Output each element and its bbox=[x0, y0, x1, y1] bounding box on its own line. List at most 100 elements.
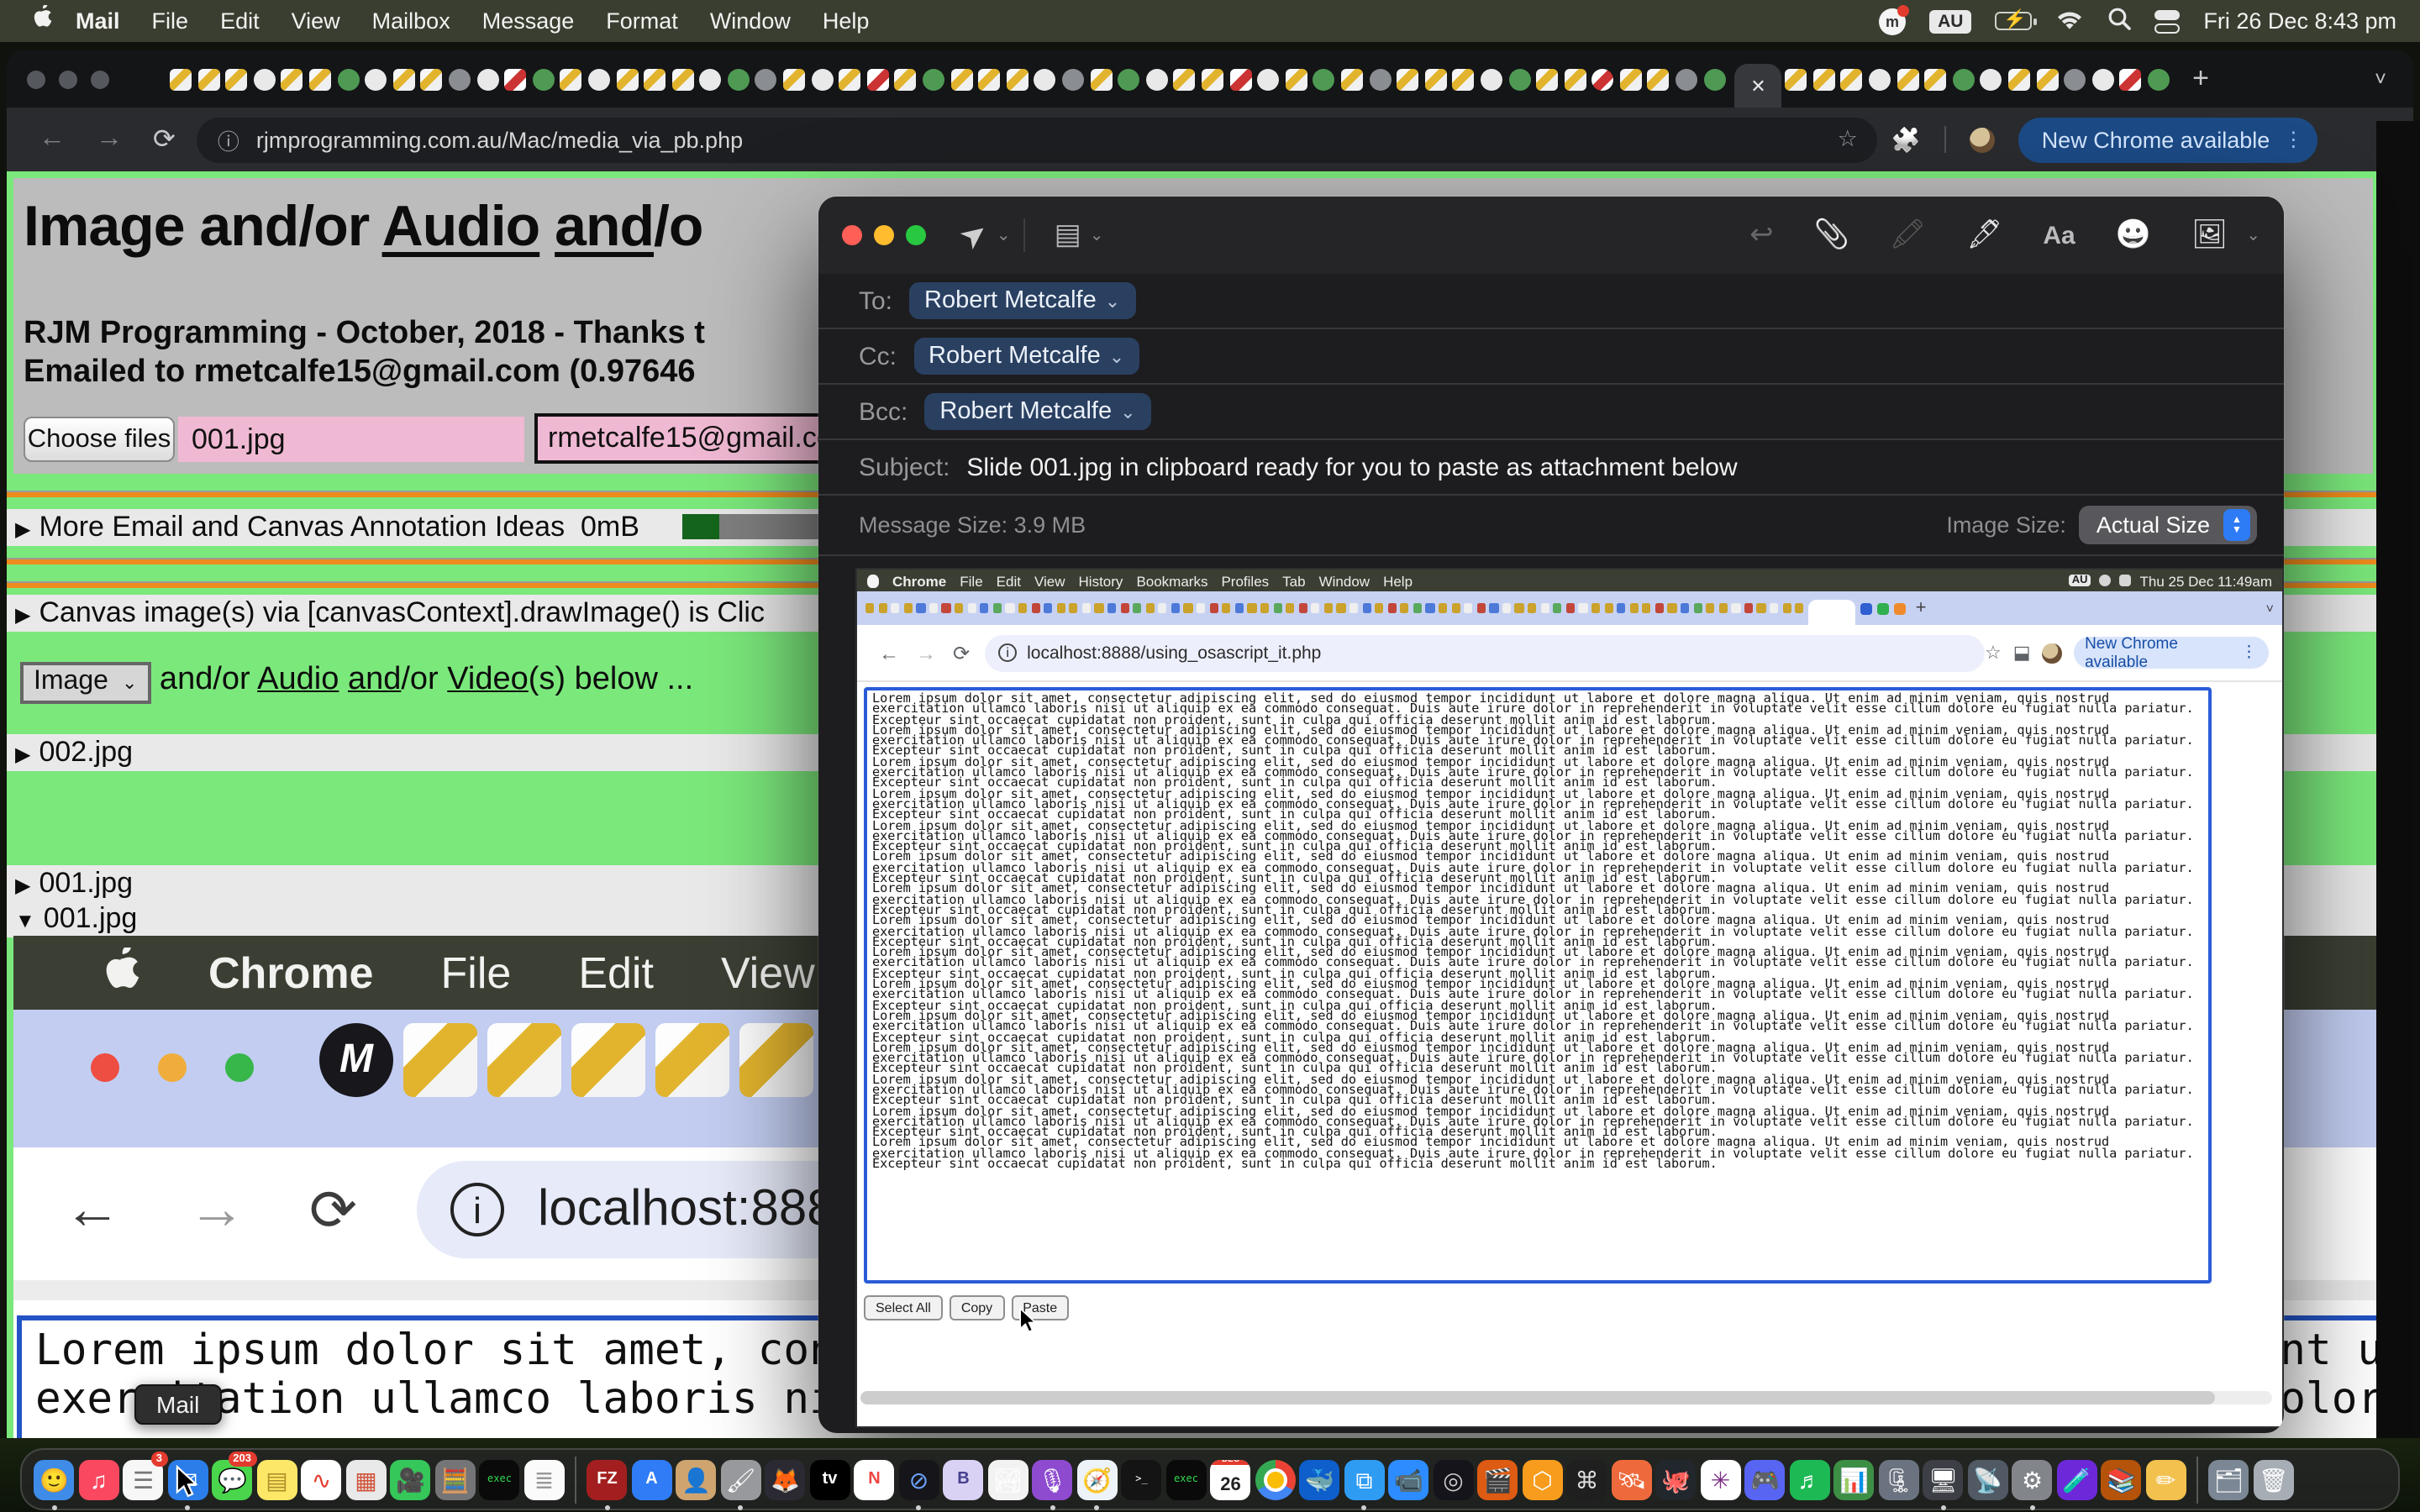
browser-tab-favicon[interactable] bbox=[1508, 68, 1530, 90]
recipient-chevron-icon[interactable]: ⌄ bbox=[1109, 348, 1124, 368]
browser-tab-favicon[interactable] bbox=[2064, 68, 2086, 90]
dock-icon-movies[interactable]: 🎬 bbox=[1476, 1449, 1520, 1509]
pasted-screenshot-attachment[interactable]: Chrome File Edit View History Bookmarks … bbox=[857, 570, 2282, 1426]
window-zoom-button[interactable] bbox=[91, 70, 109, 88]
audio-link[interactable]: Audio bbox=[382, 195, 540, 259]
browser-tab-favicon[interactable] bbox=[504, 68, 526, 90]
dock-icon-news[interactable]: N bbox=[852, 1449, 897, 1509]
dock-icon-downloads[interactable]: 🗂 bbox=[2207, 1449, 2251, 1509]
browser-tab-favicon[interactable] bbox=[923, 68, 944, 90]
profile-avatar[interactable] bbox=[1970, 127, 1995, 152]
and-link[interactable]: and bbox=[348, 662, 401, 697]
dock-icon-system-settings[interactable]: ⚙ bbox=[2010, 1449, 2054, 1509]
browser-tab-favicon[interactable] bbox=[365, 68, 387, 90]
browser-tab-favicon[interactable] bbox=[449, 68, 471, 90]
browser-tab-favicon[interactable] bbox=[1313, 68, 1335, 90]
status-app-icon[interactable]: m bbox=[1879, 8, 1906, 34]
dock-icon-app-store[interactable]: A bbox=[629, 1449, 674, 1509]
reload-button[interactable]: ⟳ bbox=[153, 123, 176, 156]
browser-tab-favicon[interactable] bbox=[2120, 68, 2142, 90]
browser-tab-favicon[interactable] bbox=[2008, 68, 2030, 90]
browser-tab-favicon[interactable] bbox=[1062, 68, 1084, 90]
subject-text[interactable]: Slide 001.jpg in clipboard ready for you… bbox=[966, 453, 1737, 481]
dock-icon-video-call[interactable]: 📹 bbox=[1386, 1449, 1431, 1509]
active-tab[interactable]: ✕ bbox=[1735, 64, 1782, 108]
dock-icon-music-stream[interactable]: ♬ bbox=[1787, 1449, 1832, 1509]
dock-icon-command-app[interactable]: ⌘ bbox=[1565, 1449, 1609, 1509]
browser-tab-favicon[interactable] bbox=[671, 68, 693, 90]
dock-icon-apple-tv[interactable]: tv bbox=[808, 1449, 852, 1509]
media-type-select[interactable]: Image⌄ bbox=[20, 662, 150, 704]
browser-tab-favicon[interactable] bbox=[2148, 68, 2170, 90]
collapsed-triangle-icon[interactable]: ▶ bbox=[15, 874, 30, 897]
address-bar[interactable]: ⓘ rjmprogramming.com.au/Mac/media_via_pb… bbox=[197, 117, 1878, 162]
mail-close-button[interactable] bbox=[842, 225, 862, 245]
browser-tab-favicon[interactable] bbox=[1174, 68, 1196, 90]
format-button[interactable]: Aa bbox=[2043, 221, 2075, 249]
dock-icon-messages[interactable]: 💬203 bbox=[210, 1449, 255, 1509]
mail-zoom-button[interactable] bbox=[906, 225, 926, 245]
browser-tab-favicon[interactable] bbox=[755, 68, 777, 90]
dock-icon-terminal[interactable]: >_ bbox=[1119, 1449, 1164, 1509]
browser-tab-favicon[interactable] bbox=[532, 68, 554, 90]
emoji-picker-button[interactable]: 😀 bbox=[2116, 218, 2151, 252]
dock-icon-no-sign[interactable]: ⊘ bbox=[897, 1449, 941, 1509]
spotlight-search-icon[interactable] bbox=[2107, 7, 2131, 35]
collapsed-triangle-icon[interactable]: ▶ bbox=[15, 743, 30, 766]
browser-tab-favicon[interactable] bbox=[1397, 68, 1418, 90]
dock-icon-finder[interactable]: 🙂 bbox=[32, 1449, 76, 1509]
browser-tab-favicon[interactable] bbox=[1592, 68, 1614, 90]
menu-window[interactable]: Window bbox=[710, 8, 791, 34]
browser-tab-favicon[interactable] bbox=[197, 68, 219, 90]
mail-title-bar[interactable]: ➤ ⌄ ▤ ⌄ ↩ 📎 🖍 🖋 Aa 😀 🖼 ⌄ bbox=[818, 197, 2284, 274]
browser-tab-favicon[interactable] bbox=[1703, 68, 1725, 90]
dock-icon-calendar[interactable]: DEC26 bbox=[1208, 1449, 1253, 1509]
browser-tab-favicon[interactable] bbox=[1841, 68, 1863, 90]
menu-view[interactable]: View bbox=[292, 8, 340, 34]
audio-link[interactable]: Audio bbox=[257, 662, 339, 697]
browser-tab-favicon[interactable] bbox=[225, 68, 247, 90]
browser-tab-favicon[interactable] bbox=[1620, 68, 1642, 90]
choose-files-button[interactable]: Choose files bbox=[24, 417, 175, 462]
browser-tab-favicon[interactable] bbox=[1648, 68, 1670, 90]
browser-tab-favicon[interactable] bbox=[2092, 68, 2114, 90]
dock-icon-launchpad[interactable]: ▦ bbox=[344, 1449, 388, 1509]
browser-tab-favicon[interactable] bbox=[1786, 68, 1807, 90]
menu-file[interactable]: File bbox=[152, 8, 189, 34]
image-size-select[interactable]: Actual Size ▲▼ bbox=[2080, 506, 2257, 544]
dock-icon-filezilla[interactable]: FZ bbox=[585, 1449, 629, 1509]
dock-icon-exec-app[interactable]: exec bbox=[477, 1449, 522, 1509]
browser-tab-favicon[interactable] bbox=[1924, 68, 1946, 90]
control-center-icon[interactable] bbox=[2154, 9, 2180, 33]
and-link[interactable]: and bbox=[555, 195, 654, 259]
dock-icon-podcasts[interactable]: 🎙 bbox=[1030, 1449, 1075, 1509]
tab-close-icon[interactable]: ✕ bbox=[1750, 75, 1765, 97]
dock-icon-chrome[interactable] bbox=[1253, 1449, 1297, 1509]
browser-tab-favicon[interactable] bbox=[309, 68, 331, 90]
browser-tab-favicon[interactable] bbox=[867, 68, 889, 90]
video-link[interactable]: Video bbox=[447, 662, 529, 697]
markup-button[interactable]: 🖍 bbox=[1890, 218, 1926, 252]
dock-icon-charts-app[interactable]: 📊 bbox=[1832, 1449, 1876, 1509]
dock-icon-satellite-app[interactable]: 🛰 bbox=[1609, 1449, 1654, 1509]
browser-tab-favicon[interactable] bbox=[1981, 68, 2002, 90]
dock-icon-octopus-app[interactable]: 🐙 bbox=[1654, 1449, 1698, 1509]
dock-icon-calculator[interactable]: 🧮 bbox=[433, 1449, 477, 1509]
new-tab-button[interactable]: + bbox=[2192, 62, 2209, 96]
recipient-chevron-icon[interactable]: ⌄ bbox=[1120, 403, 1135, 423]
mail-minimize-button[interactable] bbox=[874, 225, 894, 245]
browser-tab-favicon[interactable] bbox=[1897, 68, 1918, 90]
dock-icon-screen-share[interactable]: 🖥 bbox=[1921, 1449, 1965, 1509]
inner-horizontal-scrollbar[interactable] bbox=[860, 1391, 2272, 1404]
browser-tab-favicon[interactable] bbox=[700, 68, 722, 90]
osascript-textarea[interactable]: Lorem ipsum dolor sit amet, consectetur … bbox=[864, 687, 2212, 1284]
copy-button[interactable]: Copy bbox=[950, 1295, 1004, 1320]
menu-message[interactable]: Message bbox=[482, 8, 575, 34]
header-fields-button[interactable]: ▤ bbox=[1055, 218, 1081, 252]
cc-recipient-pill[interactable]: Robert Metcalfe⌄ bbox=[913, 338, 1139, 375]
tab-search-chevron-icon[interactable]: ˅ bbox=[2375, 67, 2413, 91]
to-field-row[interactable]: To: Robert Metcalfe⌄ bbox=[818, 274, 2284, 329]
signature-scribble-button[interactable]: 🖋 bbox=[1966, 218, 2002, 252]
dock-icon-notes[interactable]: ▤ bbox=[255, 1449, 299, 1509]
browser-tab-favicon[interactable] bbox=[950, 68, 972, 90]
